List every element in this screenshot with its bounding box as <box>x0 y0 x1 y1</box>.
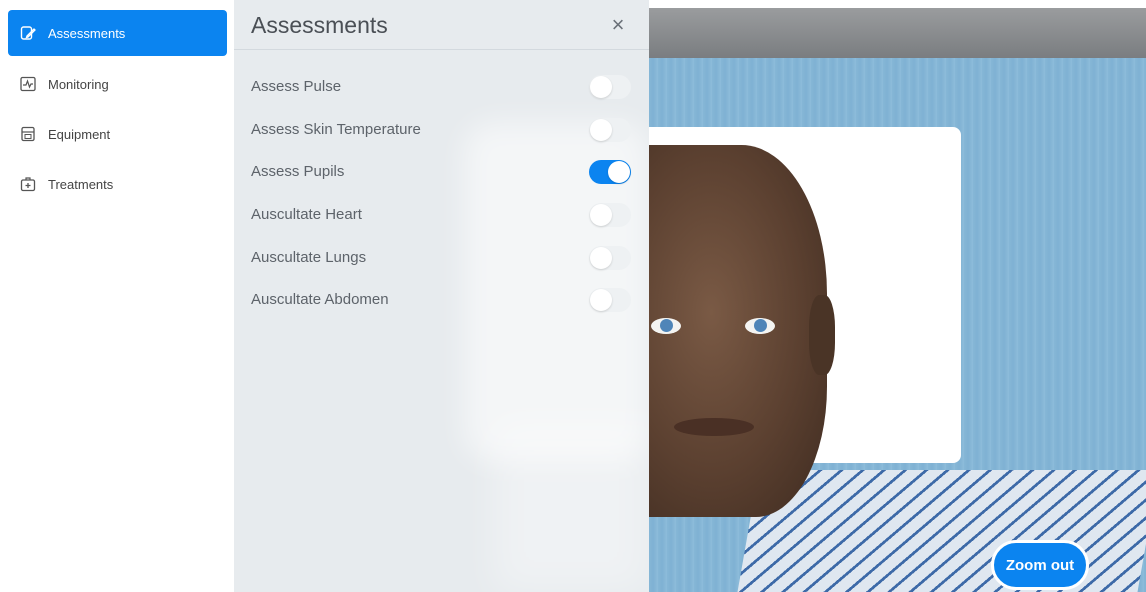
assess-pupils-toggle[interactable] <box>589 160 631 184</box>
monitor-pulse-icon <box>19 75 37 93</box>
sidebar-item-label: Treatments <box>48 176 114 192</box>
auscultate-heart-toggle[interactable] <box>589 203 631 227</box>
sidebar-item-label: Assessments <box>48 25 126 41</box>
assessments-panel: Assessments × Assess Pulse Assess Skin T… <box>234 0 649 592</box>
sidebar-item-label: Monitoring <box>48 76 109 92</box>
patient-eye-left[interactable] <box>745 318 775 334</box>
patient-mouth <box>674 418 754 436</box>
assessment-label: Auscultate Abdomen <box>251 291 389 308</box>
patient-iris <box>754 319 767 332</box>
close-button[interactable]: × <box>607 14 629 36</box>
toggle-knob <box>590 247 612 269</box>
sidebar-item-treatments[interactable]: Treatments <box>8 161 227 207</box>
assessment-label: Auscultate Heart <box>251 206 362 223</box>
toggle-knob <box>590 76 612 98</box>
assessment-row-pupils: Assess Pupils <box>234 151 649 193</box>
auscultate-abdomen-toggle[interactable] <box>589 288 631 312</box>
assess-skin-temperature-toggle[interactable] <box>589 118 631 142</box>
assessment-label: Auscultate Lungs <box>251 249 367 266</box>
panel-backdrop-glow <box>494 420 649 592</box>
assessment-row-pulse: Assess Pulse <box>234 66 649 108</box>
assessment-row-heart: Auscultate Heart <box>234 194 649 236</box>
assessment-label: Assess Pupils <box>251 163 345 180</box>
sidebar-item-monitoring[interactable]: Monitoring <box>8 61 227 107</box>
sidebar-item-assessments[interactable]: Assessments <box>8 10 227 56</box>
patient-ear <box>809 295 835 375</box>
sidebar-item-equipment[interactable]: Equipment <box>8 111 227 157</box>
toggle-knob <box>608 161 630 183</box>
assessment-label: Assess Skin Temperature <box>251 121 421 138</box>
toggle-knob <box>590 204 612 226</box>
assessment-row-abdomen: Auscultate Abdomen <box>234 279 649 321</box>
assessment-row-skin-temperature: Assess Skin Temperature <box>234 109 649 151</box>
sidebar-item-label: Equipment <box>48 126 111 142</box>
assessment-row-lungs: Auscultate Lungs <box>234 237 649 279</box>
assess-pulse-toggle[interactable] <box>589 75 631 99</box>
assessment-label: Assess Pulse <box>251 78 342 95</box>
zoom-out-button[interactable]: Zoom out <box>991 540 1089 590</box>
sidebar: Assessments Monitoring Equipment Treatme… <box>0 0 234 592</box>
patient-eye-right[interactable] <box>651 318 681 334</box>
scene-ceiling <box>649 8 1146 58</box>
toggle-knob <box>590 119 612 141</box>
scene-top-strip <box>649 0 1146 8</box>
patient-3d-view[interactable]: Zoom out <box>649 0 1146 592</box>
app-root: Assessments Monitoring Equipment Treatme… <box>0 0 1146 592</box>
panel-title: Assessments <box>251 12 388 38</box>
clipboard-edit-icon <box>19 24 37 42</box>
first-aid-kit-icon <box>19 175 37 193</box>
panel-header: Assessments × <box>234 0 649 50</box>
auscultate-lungs-toggle[interactable] <box>589 246 631 270</box>
patient-iris <box>660 319 673 332</box>
toggle-knob <box>590 289 612 311</box>
equipment-case-icon <box>19 125 37 143</box>
